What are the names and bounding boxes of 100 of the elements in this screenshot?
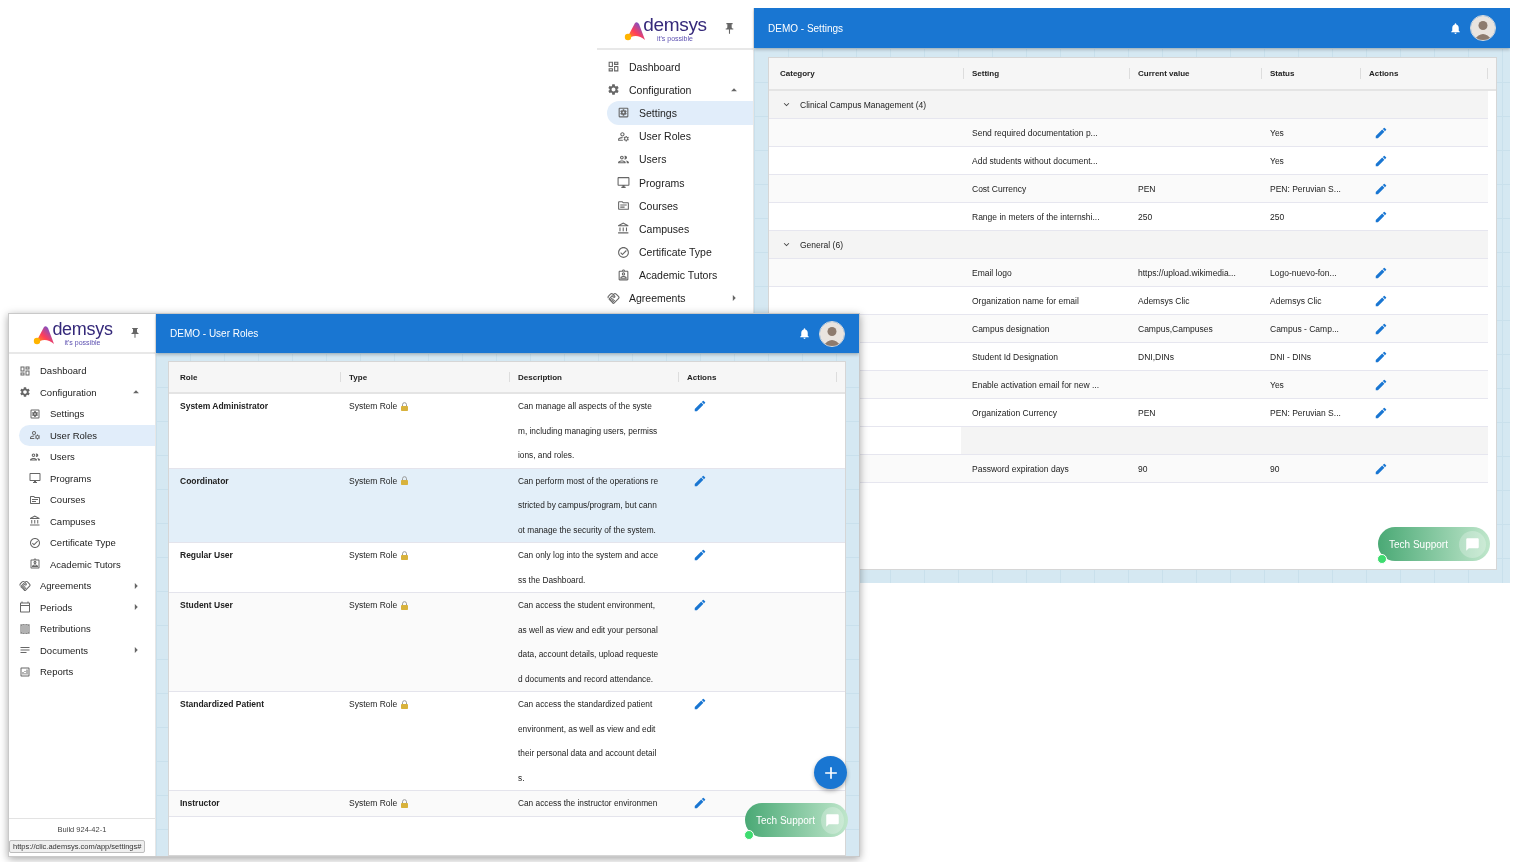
table-cell-text: Can access the instructor environmen: [518, 797, 659, 810]
table-cell: System Role: [349, 600, 398, 611]
table-cell-text: Logo-nuevo-fon...: [1270, 267, 1338, 278]
edit-button[interactable]: [693, 473, 707, 488]
edit-button[interactable]: [1374, 125, 1388, 140]
edit-button[interactable]: [1374, 377, 1388, 392]
page-title: DEMO - User Roles: [170, 328, 260, 339]
edit-button[interactable]: [1374, 321, 1388, 336]
table-cell-text: Cost Currency: [972, 183, 1028, 194]
sidebar-item[interactable]: User Roles: [19, 424, 155, 446]
group-row[interactable]: Clinical Campus Management (4): [769, 91, 1488, 119]
sidebar-item[interactable]: Programs: [607, 170, 753, 195]
sidebar-item[interactable]: Periods: [9, 596, 155, 618]
sidebar-item[interactable]: Courses: [19, 489, 155, 511]
sidebar-item[interactable]: Campuses: [607, 217, 753, 241]
id-card-icon: [29, 558, 41, 571]
table-cell-text: Password expiration days: [972, 463, 1070, 474]
edit-button[interactable]: [1374, 405, 1388, 420]
edit-button[interactable]: [1374, 209, 1388, 224]
table-cell-text: Instructor: [180, 797, 221, 810]
avatar[interactable]: [819, 320, 845, 347]
table-cell-text: Campus - Camp...: [1270, 323, 1340, 334]
sidebar-item[interactable]: Courses: [607, 194, 753, 218]
column-header: Type: [349, 372, 368, 382]
table-cell: System Role: [349, 699, 398, 710]
column-header: Setting: [972, 69, 1000, 78]
sidebar-item[interactable]: Agreements: [9, 575, 155, 597]
sidebar-item[interactable]: Users: [607, 147, 753, 171]
settings-icon: [29, 407, 41, 420]
sidebar-item[interactable]: Programs: [19, 467, 155, 489]
chat-bubble-icon: [1465, 536, 1480, 552]
sidebar-item[interactable]: Users: [19, 446, 155, 468]
bell-icon[interactable]: [798, 327, 811, 340]
online-status-dot: [744, 830, 754, 840]
edit-button[interactable]: [693, 598, 707, 613]
edit-button[interactable]: [1374, 153, 1388, 168]
sidebar-item[interactable]: Agreements: [597, 286, 753, 311]
edit-button[interactable]: [1374, 349, 1388, 364]
logo-wordmark: demsys: [643, 14, 707, 34]
table-cell-text: 90: [1138, 463, 1149, 474]
lock-icon: [401, 699, 409, 709]
id-card-icon: [617, 268, 630, 282]
sidebar-item[interactable]: Configuration: [597, 78, 753, 102]
sidebar-item[interactable]: Settings: [19, 403, 155, 425]
table-cell-text: Add students without document...: [972, 155, 1099, 166]
sidebar-item[interactable]: Retributions: [9, 618, 155, 640]
table-cell-text: Can manage all aspects of the system, including managing users, permissions, and roles.: [518, 400, 659, 462]
table-cell-text: PEN: Peruvian S...: [1270, 183, 1342, 194]
calendar-icon: [19, 601, 31, 614]
table-cell-text: Yes: [1270, 379, 1285, 390]
handshake-icon: [19, 579, 31, 592]
sidebar-item[interactable]: User Roles: [607, 124, 753, 148]
sidebar-item[interactable]: Settings: [607, 101, 753, 125]
settings-icon: [617, 106, 630, 120]
table-cell-text: PEN: Peruvian S...: [1270, 407, 1342, 418]
edit-button[interactable]: [693, 548, 707, 563]
table-cell-text: Ademsys Clic: [1270, 295, 1323, 306]
table-cell-text: Yes: [1270, 155, 1285, 166]
dashboard-icon: [19, 364, 31, 377]
lock-icon: [401, 476, 409, 486]
sidebar-item[interactable]: Academic Tutors: [19, 553, 155, 575]
table-cell-text: Campus,Campuses: [1138, 323, 1214, 334]
online-status-dot: [1377, 554, 1387, 564]
sidebar-item[interactable]: Certificate Type: [19, 532, 155, 554]
bell-icon[interactable]: [1449, 21, 1462, 35]
edit-button[interactable]: [693, 697, 707, 712]
edit-button[interactable]: [1374, 265, 1388, 280]
user-gear-icon: [617, 129, 630, 143]
table-cell-text: https://upload.wikimedia...: [1138, 267, 1237, 278]
edit-button[interactable]: [1374, 461, 1388, 476]
table-row[interactable]: Coordinator System Role Can perform most of the operations restricted by campus/program, but cannot manage the security of the system.: [169, 468, 845, 543]
sidebar-item[interactable]: Reports: [9, 661, 155, 683]
bar-chart-icon: [19, 665, 31, 678]
sidebar-item[interactable]: Campuses: [19, 510, 155, 532]
dashboard-icon: [607, 60, 620, 74]
table-cell-text: Yes: [1270, 127, 1285, 138]
table-cell-text: Organization name for email: [972, 295, 1080, 306]
page-title: DEMO - Settings: [768, 22, 845, 34]
sidebar-item[interactable]: Dashboard: [597, 55, 753, 79]
sidebar-item[interactable]: Certificate Type: [607, 240, 753, 264]
table-cell-text: Send required documentation p...: [972, 127, 1099, 138]
group-row[interactable]: General (6): [769, 231, 1488, 259]
table-row[interactable]: Instructor System Role Can access the instructor environmen: [169, 791, 845, 817]
table-row[interactable]: Student User System Role Can access the student environment, as well as view and edit your personal data, account details, upload requested documents and record attendance.: [169, 593, 845, 692]
sidebar-item[interactable]: Documents: [9, 639, 155, 661]
edit-button[interactable]: [693, 399, 707, 414]
edit-button[interactable]: [1374, 181, 1388, 196]
sidebar-item[interactable]: Configuration: [9, 381, 155, 403]
sidebar-item[interactable]: Dashboard: [9, 360, 155, 382]
sidebar-item[interactable]: Academic Tutors: [607, 263, 753, 287]
handshake-icon: [607, 291, 620, 305]
lock-icon: [401, 798, 409, 808]
logo-wordmark: demsys: [52, 320, 113, 338]
table-cell-text: Can access the standardized patient environment, as well as view and edit their personal data and account details.: [518, 698, 658, 785]
edit-button[interactable]: [1374, 293, 1388, 308]
folder-icon: [29, 493, 41, 506]
avatar[interactable]: [1470, 15, 1496, 41]
edit-button[interactable]: [693, 796, 707, 811]
table-cell: System Role: [349, 550, 398, 561]
table-cell-text: Regular User: [180, 549, 234, 562]
